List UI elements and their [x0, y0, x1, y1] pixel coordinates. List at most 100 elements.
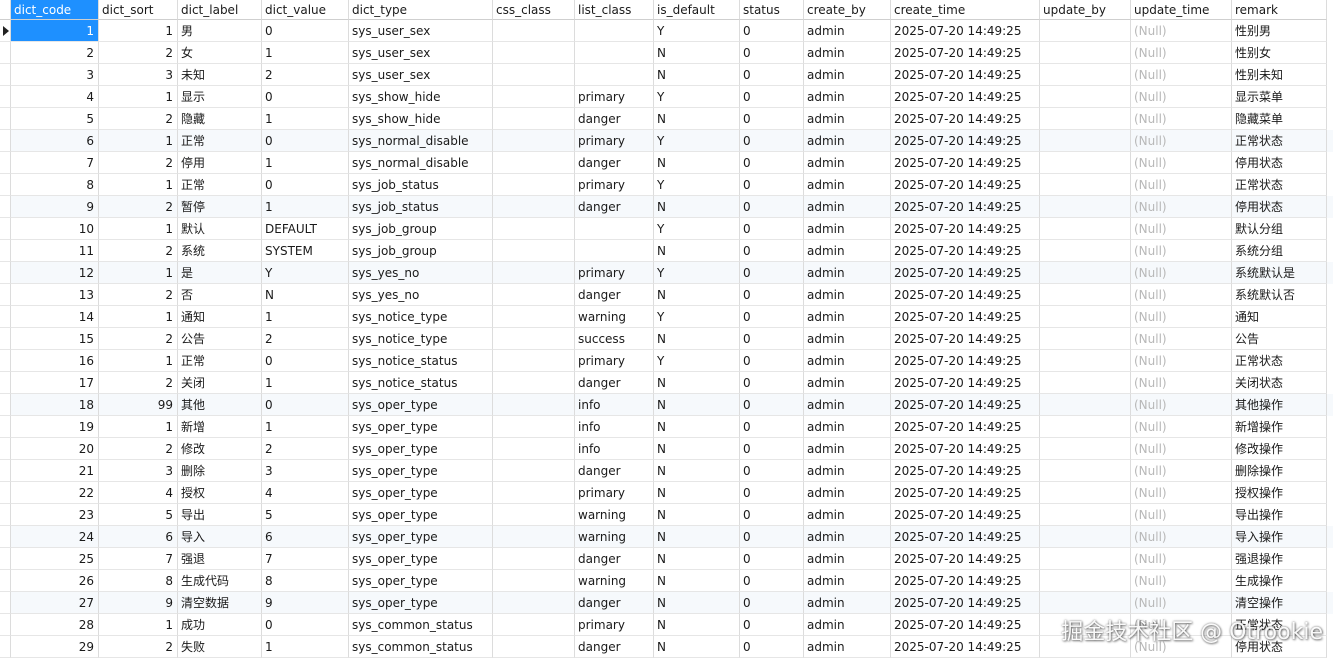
row-indicator[interactable] — [0, 328, 11, 350]
cell-dict-type[interactable]: sys_notice_type — [349, 306, 493, 328]
cell-dict-sort[interactable]: 9 — [99, 592, 178, 614]
row-indicator[interactable] — [0, 394, 11, 416]
cell-update-by[interactable] — [1040, 284, 1131, 306]
cell-update-time[interactable]: (Null) — [1131, 592, 1232, 614]
cell-list-class[interactable] — [575, 240, 654, 262]
cell-create-by[interactable]: admin — [804, 482, 891, 504]
cell-list-class[interactable]: info — [575, 438, 654, 460]
cell-create-by[interactable]: admin — [804, 438, 891, 460]
cell-dict-code[interactable]: 13 — [11, 284, 99, 306]
cell-is-default[interactable]: N — [654, 328, 740, 350]
cell-update-time[interactable]: (Null) — [1131, 504, 1232, 526]
cell-status[interactable]: 0 — [740, 504, 804, 526]
row-indicator[interactable] — [0, 86, 11, 108]
cell-is-default[interactable]: N — [654, 152, 740, 174]
cell-remark[interactable]: 正常状态 — [1232, 130, 1327, 152]
row-indicator[interactable] — [0, 548, 11, 570]
cell-dict-sort[interactable]: 1 — [99, 306, 178, 328]
table-row[interactable]: 13 2 否 Nsys_yes_no danger N 0 admin 2025-07-20 1… — [0, 284, 1333, 306]
table-row[interactable]: 20 2 修改 2 sys_oper_type info N 0 admin 2025-07-20… — [0, 438, 1333, 460]
cell-css-class[interactable] — [493, 42, 575, 64]
cell-create-time[interactable]: 2025-07-20 14:49:25 — [891, 64, 1040, 86]
cell-status[interactable]: 0 — [740, 240, 804, 262]
cell-css-class[interactable] — [493, 614, 575, 636]
row-indicator[interactable] — [0, 306, 11, 328]
table-row[interactable]: 2 2 女 1 sys_user_sex N 0 admin 2025-07-20 14:49:… — [0, 42, 1333, 64]
cell-css-class[interactable] — [493, 570, 575, 592]
table-row[interactable]: 23 5 导出 5 sys_oper_type warning N 0 admin 2025-07… — [0, 504, 1333, 526]
cell-create-time[interactable]: 2025-07-20 14:49:25 — [891, 240, 1040, 262]
cell-update-by[interactable] — [1040, 64, 1131, 86]
cell-list-class[interactable] — [575, 218, 654, 240]
cell-update-by[interactable] — [1040, 526, 1131, 548]
cell-css-class[interactable] — [493, 152, 575, 174]
cell-update-by[interactable] — [1040, 218, 1131, 240]
cell-status[interactable]: 0 — [740, 306, 804, 328]
table-row[interactable]: 7 2 停用 1 sys_normal_disable danger N 0 admin 2025… — [0, 152, 1333, 174]
cell-create-time[interactable]: 2025-07-20 14:49:25 — [891, 636, 1040, 658]
cell-list-class[interactable]: primary — [575, 130, 654, 152]
cell-is-default[interactable]: N — [654, 372, 740, 394]
cell-dict-type[interactable]: sys_notice_status — [349, 350, 493, 372]
cell-create-by[interactable]: admin — [804, 526, 891, 548]
cell-dict-code[interactable]: 14 — [11, 306, 99, 328]
cell-create-time[interactable]: 2025-07-20 14:49:25 — [891, 262, 1040, 284]
cell-dict-sort[interactable]: 1 — [99, 174, 178, 196]
cell-dict-sort[interactable]: 2 — [99, 152, 178, 174]
cell-remark[interactable]: 通知 — [1232, 306, 1327, 328]
cell-dict-sort[interactable]: 4 — [99, 482, 178, 504]
cell-dict-sort[interactable]: 1 — [99, 416, 178, 438]
cell-dict-value[interactable]: N — [262, 284, 349, 306]
cell-update-by[interactable] — [1040, 482, 1131, 504]
column-header-dict-type[interactable]: dict_type — [349, 0, 493, 20]
cell-update-by[interactable] — [1040, 460, 1131, 482]
column-header-create-by[interactable]: create_by — [804, 0, 891, 20]
cell-dict-value[interactable]: 5 — [262, 504, 349, 526]
cell-remark[interactable]: 导出操作 — [1232, 504, 1327, 526]
cell-create-time[interactable]: 2025-07-20 14:49:25 — [891, 130, 1040, 152]
cell-dict-type[interactable]: sys_yes_no — [349, 284, 493, 306]
cell-dict-code[interactable]: 27 — [11, 592, 99, 614]
column-header-css-class[interactable]: css_class — [493, 0, 575, 20]
cell-update-time[interactable]: (Null) — [1131, 548, 1232, 570]
cell-dict-type[interactable]: sys_normal_disable — [349, 152, 493, 174]
cell-dict-sort[interactable]: 2 — [99, 284, 178, 306]
table-row[interactable]: 11 2 系统 SYSTEM sys_job_group N 0 admin 2025-07-2… — [0, 240, 1333, 262]
cell-list-class[interactable]: danger — [575, 284, 654, 306]
cell-dict-value[interactable]: 1 — [262, 42, 349, 64]
cell-list-class[interactable]: danger — [575, 592, 654, 614]
cell-create-time[interactable]: 2025-07-20 14:49:25 — [891, 174, 1040, 196]
cell-dict-value[interactable]: 1 — [262, 152, 349, 174]
cell-is-default[interactable]: Y — [654, 306, 740, 328]
cell-status[interactable]: 0 — [740, 262, 804, 284]
cell-dict-label[interactable]: 授权 — [178, 482, 262, 504]
cell-dict-type[interactable]: sys_notice_type — [349, 328, 493, 350]
cell-dict-code[interactable]: 6 — [11, 130, 99, 152]
cell-dict-label[interactable]: 男 — [178, 20, 262, 42]
cell-dict-label[interactable]: 关闭 — [178, 372, 262, 394]
table-row[interactable]: 4 1 显示 0 sys_show_hide primary Y 0 admin 2025-07-… — [0, 86, 1333, 108]
row-indicator[interactable] — [0, 592, 11, 614]
cell-dict-value[interactable]: 0 — [262, 394, 349, 416]
cell-dict-label[interactable]: 新增 — [178, 416, 262, 438]
cell-remark[interactable]: 停用状态 — [1232, 152, 1327, 174]
cell-create-time[interactable]: 2025-07-20 14:49:25 — [891, 372, 1040, 394]
cell-dict-type[interactable]: sys_oper_type — [349, 526, 493, 548]
cell-dict-sort[interactable]: 2 — [99, 196, 178, 218]
cell-dict-label[interactable]: 删除 — [178, 460, 262, 482]
cell-dict-sort[interactable]: 2 — [99, 372, 178, 394]
cell-update-time[interactable]: (Null) — [1131, 306, 1232, 328]
cell-update-by[interactable] — [1040, 130, 1131, 152]
cell-is-default[interactable]: Y — [654, 86, 740, 108]
cell-dict-value[interactable]: 8 — [262, 570, 349, 592]
cell-update-by[interactable] — [1040, 152, 1131, 174]
table-row[interactable]: 24 6 导入 6 sys_oper_type warning N 0 admin 2025-07… — [0, 526, 1333, 548]
cell-create-time[interactable]: 2025-07-20 14:49:25 — [891, 306, 1040, 328]
cell-dict-type[interactable]: sys_job_status — [349, 174, 493, 196]
cell-dict-value[interactable]: 0 — [262, 174, 349, 196]
cell-dict-sort[interactable]: 1 — [99, 614, 178, 636]
cell-dict-code[interactable]: 10 — [11, 218, 99, 240]
cell-status[interactable]: 0 — [740, 174, 804, 196]
cell-list-class[interactable]: warning — [575, 526, 654, 548]
cell-update-time[interactable]: (Null) — [1131, 108, 1232, 130]
